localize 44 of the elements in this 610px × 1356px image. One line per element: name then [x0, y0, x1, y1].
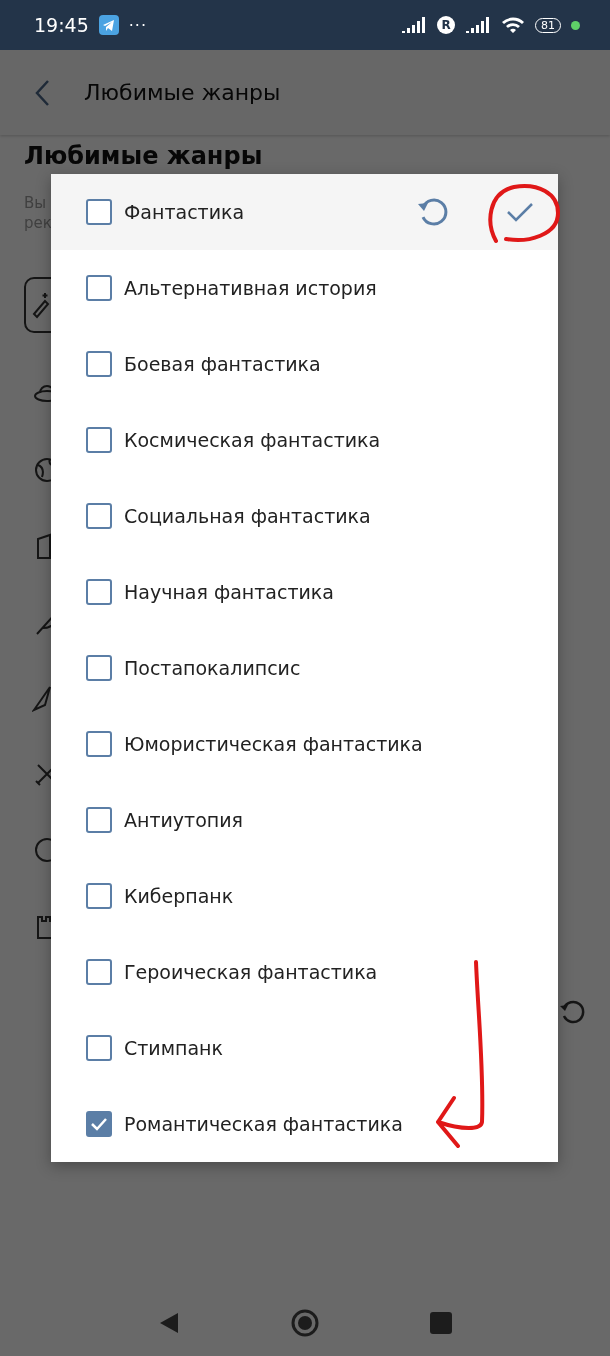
checkbox[interactable]: [86, 1111, 112, 1137]
genre-label: Фантастика: [124, 201, 245, 223]
more-notifications: ···: [128, 15, 148, 35]
status-time: 19:45: [34, 14, 89, 36]
checkbox[interactable]: [86, 275, 112, 301]
nav-home-icon[interactable]: [290, 1308, 320, 1338]
checkbox[interactable]: [86, 1035, 112, 1061]
checkbox[interactable]: [86, 503, 112, 529]
checkbox[interactable]: [86, 883, 112, 909]
checkbox[interactable]: [86, 351, 112, 377]
nav-back-icon[interactable]: [158, 1311, 180, 1335]
back-icon[interactable]: [34, 78, 50, 107]
genre-label: Научная фантастика: [124, 581, 334, 603]
globe-icon: [32, 455, 51, 485]
roaming-badge: R: [437, 16, 455, 34]
signal-icon: [401, 17, 427, 33]
genre-label: Боевая фантастика: [124, 353, 321, 375]
page-heading: Любимые жанры: [24, 141, 264, 171]
wifi-icon: [501, 16, 525, 34]
checkbox[interactable]: [86, 199, 112, 225]
status-dot-icon: [571, 20, 580, 30]
genre-label: Постапокалипсис: [124, 657, 301, 679]
check-icon: [506, 201, 534, 223]
genre-label: Героическая фантастика: [124, 961, 378, 983]
telegram-icon: [98, 15, 119, 35]
genre-label: Альтернативная история: [124, 277, 377, 299]
genre-label: Стимпанк: [124, 1037, 223, 1059]
checkbox[interactable]: [86, 427, 112, 453]
genre-label: Космическая фантастика: [124, 429, 381, 451]
checkbox[interactable]: [86, 731, 112, 757]
genre-label: Романтическая фантастика: [124, 1113, 403, 1135]
reset-icon[interactable]: [558, 998, 586, 1026]
checkbox[interactable]: [86, 655, 112, 681]
checkbox[interactable]: [86, 579, 112, 605]
genre-label: Киберпанк: [124, 885, 234, 907]
checkbox[interactable]: [86, 807, 112, 833]
check-icon: [90, 1117, 108, 1131]
magic-wand-icon: [32, 290, 50, 320]
screen-title: Любимые жанры: [84, 80, 281, 105]
signal-icon: [465, 17, 491, 33]
checkbox[interactable]: [86, 959, 112, 985]
genre-label: Антиутопия: [124, 809, 243, 831]
genre-label: Юмористическая фантастика: [124, 733, 423, 755]
genre-label: Социальная фантастика: [124, 505, 371, 527]
